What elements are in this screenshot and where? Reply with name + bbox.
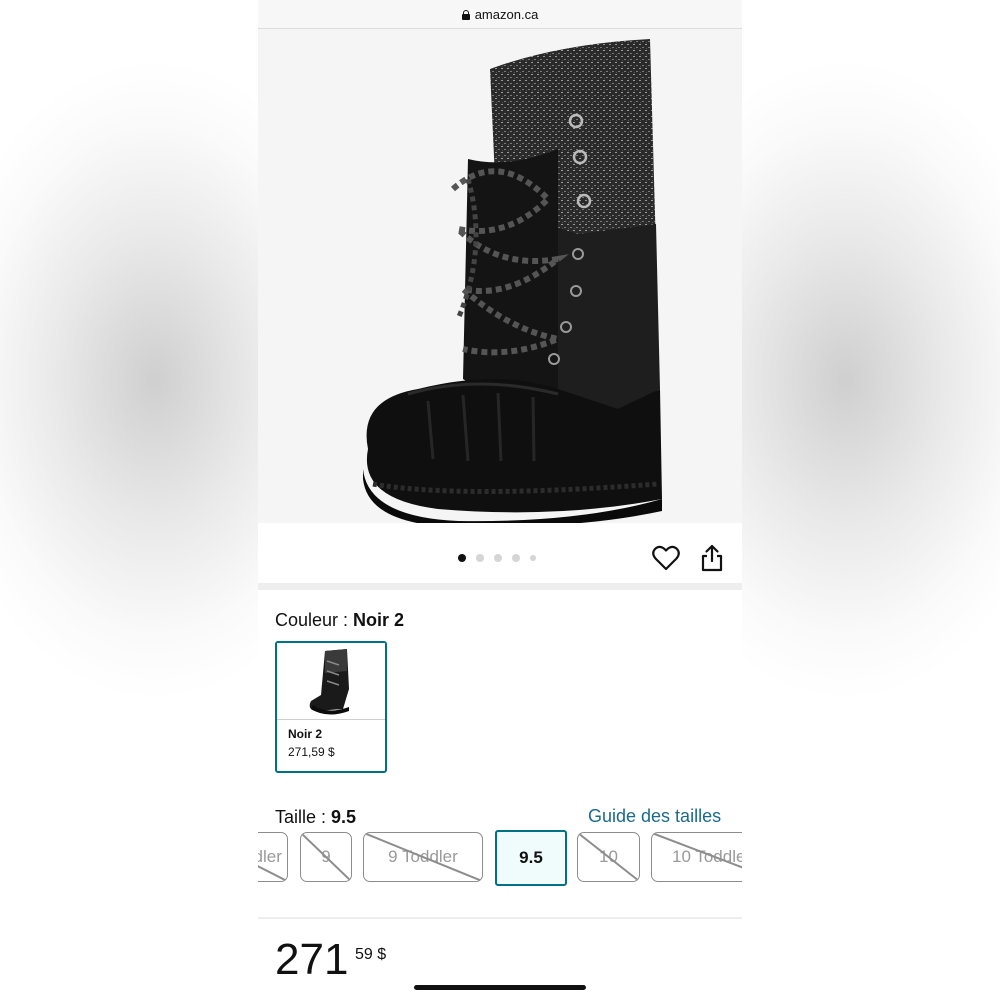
blurred-backdrop-left: [0, 0, 258, 1000]
swatch-name: Noir 2: [288, 727, 323, 741]
gallery-dot[interactable]: [512, 554, 520, 562]
unavailable-strike: [258, 833, 287, 881]
price-display: 271 59 $: [275, 935, 386, 984]
blurred-backdrop-right: [742, 0, 1000, 1000]
swatch-thumbnail: [277, 643, 385, 720]
size-label: Taille :: [275, 807, 332, 827]
size-selected-value: 9.5: [331, 807, 357, 827]
unavailable-strike: [652, 833, 742, 881]
size-option-10[interactable]: 10: [577, 832, 640, 882]
size-option-9[interactable]: 9: [300, 832, 352, 882]
home-indicator[interactable]: [414, 985, 586, 990]
gallery-pagination[interactable]: [458, 554, 536, 562]
price-fraction: 59: [355, 946, 373, 963]
section-divider: [258, 583, 742, 590]
size-option-9-toddler[interactable]: 9 Toddler: [363, 832, 483, 882]
gallery-dot[interactable]: [530, 555, 536, 561]
section-divider: [258, 917, 742, 919]
size-option-label: 9.5: [519, 848, 543, 867]
gallery-controls: [258, 523, 742, 583]
unavailable-strike: [364, 833, 482, 881]
phone-screen: amazon.ca Couleur: Noir 2 Noir 2 271,59…: [258, 0, 742, 1000]
price-currency: $: [377, 946, 387, 963]
size-option-10-toddler[interactable]: 10 Toddler: [651, 832, 742, 882]
unavailable-strike: [578, 833, 639, 881]
unavailable-strike: [301, 833, 351, 881]
price-whole: 271: [275, 935, 349, 984]
gallery-dot-active[interactable]: [458, 554, 466, 562]
boot-photo: [363, 39, 662, 528]
heart-icon[interactable]: [652, 545, 680, 571]
price-fraction-currency: 59 $: [355, 946, 386, 964]
color-heading: Couleur : Noir 2: [275, 610, 404, 631]
size-option-8-5-toddler[interactable]: 8.5 Toddler: [258, 832, 288, 882]
gallery-dot[interactable]: [476, 554, 484, 562]
address-domain: amazon.ca: [474, 6, 539, 22]
size-options-scroller[interactable]: 8.5 Toddler 9 9 Toddler 9.5 10 10 Toddle…: [258, 830, 742, 888]
lock-icon: [461, 10, 470, 20]
address-bar[interactable]: amazon.ca: [258, 0, 742, 29]
share-icon[interactable]: [699, 544, 725, 572]
color-selected-value: Noir 2: [353, 610, 405, 630]
color-label: Couleur :: [275, 610, 354, 630]
gallery-dot[interactable]: [494, 554, 502, 562]
size-option-9-5[interactable]: 9.5: [495, 830, 567, 886]
swatch-price: 271,59 $: [288, 745, 335, 759]
product-image[interactable]: [258, 29, 742, 528]
size-guide-link[interactable]: Guide des tailles: [588, 806, 721, 827]
color-swatch-noir-2[interactable]: Noir 2 271,59 $: [275, 641, 387, 773]
size-heading: Taille : 9.5: [275, 807, 356, 828]
